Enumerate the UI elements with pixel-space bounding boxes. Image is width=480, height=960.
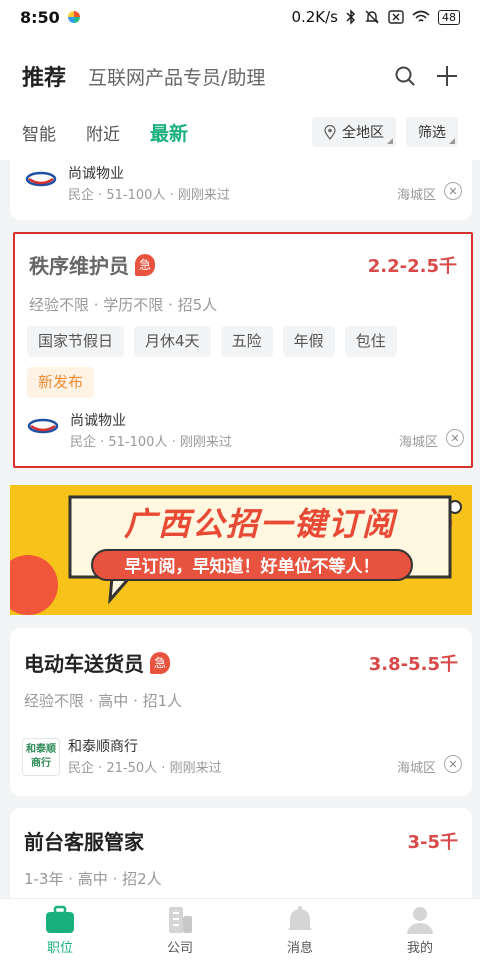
page-header: 推荐 互联网产品专员/助理 智能 附近 最新 全地区 筛选 [0,34,480,160]
company-logo-line2: 商行 [31,758,51,769]
battery-indicator: 48 [438,9,460,25]
company-info: 民企 · 51-100人 · 刚刚来过 [70,435,232,450]
company-row[interactable]: 尚诚物业 民企 · 51-100人 · 刚刚来过 海城区 ✕ [22,165,462,205]
subscription-banner[interactable]: 广西公招一键订阅 早订阅，早知道！好单位不等人！ [10,485,472,615]
job-requirements: 经验不限 · 学历不限 · 招5人 [29,296,218,314]
job-title-row: 前台客服管家 [24,826,144,855]
job-tags: 国家节假日 月休4天 五险 年假 包住 新发布 [27,326,467,398]
bottom-tab-bar: 职位 公司 消息 我的 [0,898,480,960]
filter-button[interactable]: 筛选 [406,117,458,147]
filter-row: 智能 附近 最新 全地区 筛选 [0,116,480,148]
job-tag: 年假 [282,326,335,357]
tab-label: 职位 [46,941,73,956]
company-logo [24,412,62,450]
company-logo-line1: 和泰顺 [26,744,56,755]
job-title: 电动车送货员 [24,652,144,676]
company-name: 尚诚物业 [70,413,126,429]
company-info: 民企 · 21-50人 · 刚刚来过 [68,761,222,776]
job-tag: 国家节假日 [27,326,125,357]
close-box-icon [388,10,404,24]
job-salary: 2.2-2.5千 [367,256,457,277]
area-filter-button[interactable]: 全地区 [312,117,396,147]
job-tag: 月休4天 [134,326,211,357]
job-title-row: 电动车送货员 急 [24,648,170,677]
job-card[interactable]: 前台客服管家 3-5千 1-3年 · 高中 · 招2人 [10,808,472,898]
area-filter-label: 全地区 [342,125,384,141]
job-title: 前台客服管家 [24,830,144,854]
company-logo [22,165,60,203]
title-row: 推荐 互联网产品专员/助理 [0,56,480,96]
banner-headline: 广西公招一键订阅 [123,505,396,543]
tab-latest[interactable]: 最新 [150,119,188,146]
job-category-title[interactable]: 互联网产品专员/助理 [88,63,265,90]
filter-label: 筛选 [418,125,446,141]
dropdown-corner-icon [387,138,393,144]
user-icon [407,907,433,934]
app-notification-icon [67,11,80,23]
urgent-badge: 急 [135,253,155,276]
company-name: 和泰顺商行 [68,739,138,755]
company-district: 海城区 [396,188,436,203]
new-post-tag: 新发布 [27,367,95,398]
job-title-row: 秩序维护员 急 [29,250,155,279]
dropdown-corner-icon [449,138,455,144]
job-card[interactable]: 尚诚物业 民企 · 51-100人 · 刚刚来过 海城区 ✕ [10,160,472,220]
company-district: 海城区 [398,435,438,450]
tab-recommend[interactable]: 推荐 [22,60,66,92]
add-icon[interactable] [436,65,458,87]
job-salary: 3-5千 [407,832,458,853]
header-actions [394,65,458,87]
job-card[interactable]: 电动车送货员 急 3.8-5.5千 经验不限 · 高中 · 招1人 和泰顺 商行… [10,628,472,796]
tab-messages[interactable]: 消息 [240,899,360,960]
dismiss-icon[interactable]: ✕ [444,182,462,200]
tab-company[interactable]: 公司 [120,899,240,960]
dismiss-icon[interactable]: ✕ [444,755,462,773]
company-row[interactable]: 和泰顺 商行 和泰顺商行 民企 · 21-50人 · 刚刚来过 海城区 ✕ [22,738,462,778]
status-bar: 8:50 0.2K/s 48 [0,0,480,34]
tab-profile[interactable]: 我的 [360,899,480,960]
company-name: 尚诚物业 [68,166,124,182]
job-tag: 五险 [220,326,273,357]
search-icon[interactable] [394,65,416,87]
banner-slogan: 早订阅，早知道！好单位不等人！ [124,557,380,577]
wifi-icon [412,10,430,22]
urgent-badge: 急 [150,651,170,674]
job-requirements: 经验不限 · 高中 · 招1人 [24,692,183,710]
dismiss-icon[interactable]: ✕ [446,429,464,447]
net-speed: 0.2K/s [291,8,338,26]
tab-label: 我的 [406,941,433,956]
tab-smart[interactable]: 智能 [22,120,56,145]
company-logo: 和泰顺 商行 [22,738,60,776]
tab-label: 消息 [286,941,313,956]
company-row[interactable]: 尚诚物业 民企 · 51-100人 · 刚刚来过 海城区 ✕ [24,412,464,452]
job-card-highlighted[interactable]: 秩序维护员 急 2.2-2.5千 经验不限 · 学历不限 · 招5人 国家节假日… [13,232,473,468]
job-requirements: 1-3年 · 高中 · 招2人 [24,870,162,888]
status-time: 8:50 [20,7,60,27]
tab-jobs[interactable]: 职位 [0,899,120,960]
job-list[interactable]: 尚诚物业 民企 · 51-100人 · 刚刚来过 海城区 ✕ 秩序维护员 急 2… [0,160,480,898]
company-info: 民企 · 51-100人 · 刚刚来过 [68,188,230,203]
briefcase-icon [46,905,74,933]
building-icon [169,907,192,933]
tab-label: 公司 [166,941,193,956]
status-icons: 0.2K/s 48 [291,8,460,26]
job-title: 秩序维护员 [29,254,129,278]
job-tag: 包住 [344,326,397,357]
bluetooth-icon [346,9,356,25]
company-district: 海城区 [396,761,436,776]
mute-icon [365,10,379,24]
tab-nearby[interactable]: 附近 [86,120,120,145]
location-pin-icon [324,124,336,140]
bell-icon [288,906,312,930]
job-salary: 3.8-5.5千 [368,654,458,675]
